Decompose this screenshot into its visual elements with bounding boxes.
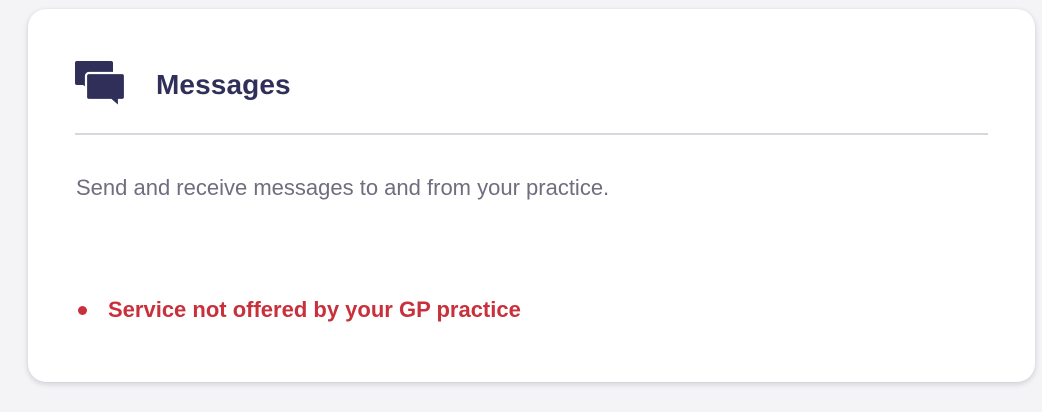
speech-bubbles-icon <box>75 61 125 109</box>
status-bullet <box>78 305 87 315</box>
status-text: Service not offered by your GP practice <box>108 297 521 322</box>
card-description: Send and receive messages to and from yo… <box>76 175 610 200</box>
card-title: Messages <box>156 69 291 100</box>
service-status: Service not offered by your GP practice <box>78 297 521 323</box>
messages-card: Messages Send and receive messages to an… <box>28 9 1035 382</box>
card-header: Messages <box>75 54 291 114</box>
header-divider <box>75 133 988 135</box>
